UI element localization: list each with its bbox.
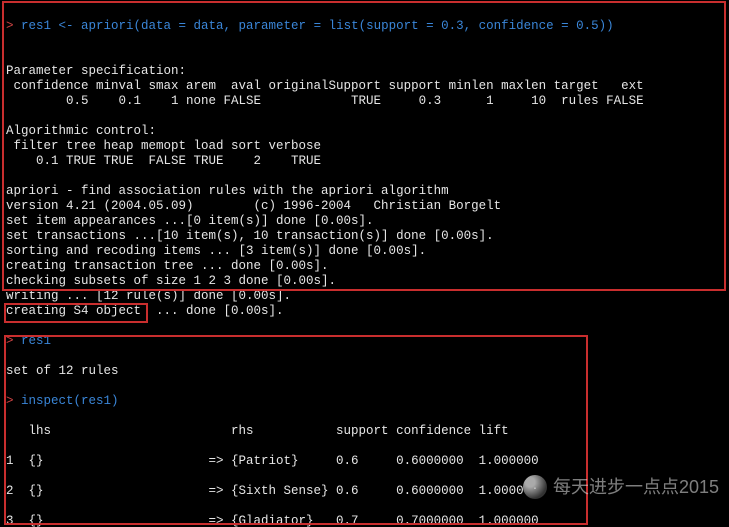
command-inspect: inspect(res1) [21,394,119,408]
output-block: Parameter specification: confidence minv… [6,49,723,319]
prompt: > [6,394,21,408]
console-line: > res1 <- apriori(data = data, parameter… [6,19,723,34]
command-res1: res1 [21,334,51,348]
r-console[interactable]: > res1 <- apriori(data = data, parameter… [0,0,729,527]
console-line: > res1 [6,334,723,349]
rules-header: lhs rhs support confidence lift [6,424,723,439]
rule-row: 3 {} => {Gladiator} 0.7 0.7000000 1.0000… [6,514,723,527]
prompt: > [6,19,21,33]
rule-row: 1 {} => {Patriot} 0.6 0.6000000 1.000000 [6,454,723,469]
set-of-rules: set of 12 rules [6,364,723,379]
command-apriori: res1 <- apriori(data = data, parameter =… [21,19,614,33]
rule-row: 2 {} => {Sixth Sense} 0.6 0.6000000 1.00… [6,484,723,499]
prompt: > [6,334,21,348]
console-line: > inspect(res1) [6,394,723,409]
